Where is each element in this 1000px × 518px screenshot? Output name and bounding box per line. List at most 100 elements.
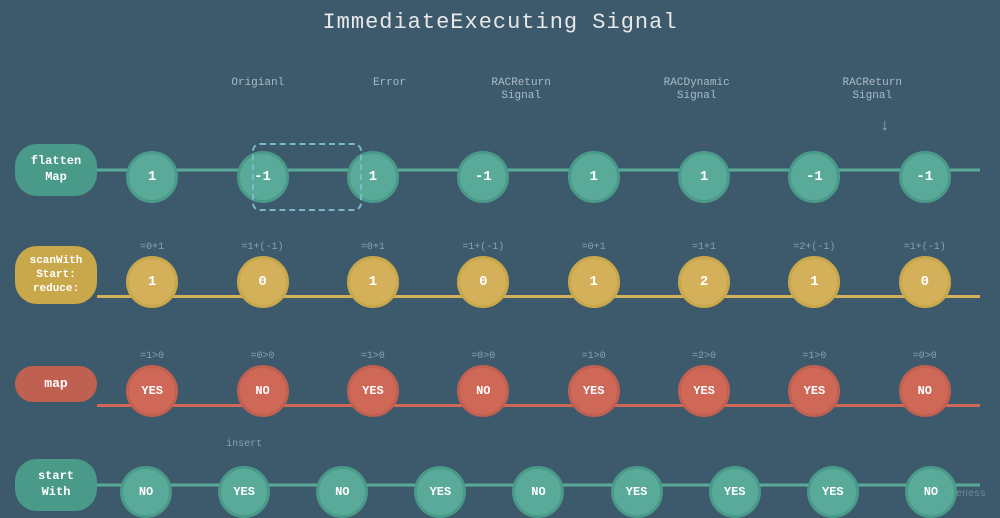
node-group: =0>0 NO — [870, 351, 980, 417]
scanwith-node-5: 1 — [568, 256, 620, 308]
node-annotation: =1>0 — [582, 351, 606, 365]
scanwith-node-3: 1 — [347, 256, 399, 308]
scanwith-label: scanWithStart:reduce: — [15, 246, 97, 305]
scanwith-nodes: =0+1 1 =1+(-1) 0 =0+1 1 =1+(-1) 0 =0+1 — [97, 242, 980, 308]
node-annotation: =0>0 — [251, 351, 275, 365]
scanwith-node-2: 0 — [237, 256, 289, 308]
map-row: map =1>0 YES =0>0 NO =1>0 YES =0>0 NO — [15, 349, 980, 419]
node-annotation: =0+1 — [361, 242, 385, 256]
node-annotation: =0+1 — [140, 242, 164, 256]
node-group: =1+(-1) 0 — [207, 242, 317, 308]
node-group: =1>0 YES — [539, 351, 649, 417]
node-group: YES — [686, 452, 784, 518]
node-group: NO — [882, 452, 980, 518]
flattenmap-nodes: 1 -1 1 -1 1 — [97, 137, 980, 203]
node-group: =1>0 YES — [318, 351, 428, 417]
scanwith-row: scanWithStart:reduce: =0+1 1 =1+(-1) 0 =… — [15, 240, 980, 310]
page-title: ImmediateExecuting Signal — [0, 0, 1000, 35]
startwith-node-5: NO — [512, 466, 564, 518]
error-dashed-rect — [252, 143, 362, 211]
node-group: 1 — [97, 137, 207, 203]
startwith-annotations: insert — [97, 439, 980, 450]
node-group: =2+(-1) 1 — [759, 242, 869, 308]
node-group: YES — [784, 452, 882, 518]
startwith-node-1: NO — [120, 466, 172, 518]
node-annotation: =1+1 — [692, 242, 716, 256]
map-label: map — [15, 366, 97, 403]
col-header-racreturn2: RACReturnSignal — [784, 77, 960, 103]
startwith-node-8: YES — [807, 466, 859, 518]
startwith-nodes: NO YES NO YES NO — [97, 452, 980, 518]
col-header-racreturn1: RACReturnSignal — [433, 77, 609, 103]
node-group: =1+(-1) 0 — [428, 242, 538, 308]
startwith-row: startWith insert NO YES NO — [15, 455, 980, 515]
node-annotation: =1>0 — [802, 351, 826, 365]
arrow-down-icon: ↓ — [880, 117, 890, 135]
col-header-racdynamic: RACDynamicSignal — [609, 77, 785, 103]
startwith-node-4: YES — [414, 466, 466, 518]
map-node-7: YES — [788, 365, 840, 417]
node-group: =1+(-1) 0 — [870, 242, 980, 308]
node-annotation: =1+(-1) — [462, 242, 504, 256]
node-group: =0+1 1 — [539, 242, 649, 308]
node-group: -1 — [759, 137, 869, 203]
flattenmap-node-1: 1 — [126, 151, 178, 203]
node-annotation: =1+(-1) — [242, 242, 284, 256]
map-nodes: =1>0 YES =0>0 NO =1>0 YES =0>0 NO =1>0 — [97, 351, 980, 417]
node-group: -1 — [428, 137, 538, 203]
startwith-node-3: NO — [316, 466, 368, 518]
node-group: =1>0 YES — [759, 351, 869, 417]
node-annotation: =0+1 — [582, 242, 606, 256]
node-group: -1 — [870, 137, 980, 203]
node-group: =1+1 2 — [649, 242, 759, 308]
flattenmap-node-4: -1 — [457, 151, 509, 203]
node-group: YES — [588, 452, 686, 518]
node-annotation: =0>0 — [471, 351, 495, 365]
node-annotation: =2>0 — [692, 351, 716, 365]
node-group: NO — [97, 452, 195, 518]
scanwith-node-6: 2 — [678, 256, 730, 308]
node-group: NO — [293, 452, 391, 518]
node-group: YES — [391, 452, 489, 518]
insert-label: insert — [195, 439, 293, 450]
scanwith-node-1: 1 — [126, 256, 178, 308]
node-annotation: =1>0 — [361, 351, 385, 365]
col-header-error: Error — [346, 77, 434, 103]
node-group: =0+1 1 — [318, 242, 428, 308]
node-group: NO — [489, 452, 587, 518]
scanwith-node-8: 0 — [899, 256, 951, 308]
map-node-8: NO — [899, 365, 951, 417]
flattenmap-label: flattenMap — [15, 144, 97, 195]
node-annotation: =2+(-1) — [793, 242, 835, 256]
startwith-node-9: NO — [905, 466, 957, 518]
flattenmap-row: flattenMap 1 -1 1 -1 — [15, 140, 980, 200]
map-node-5: YES — [568, 365, 620, 417]
col-header-original: Origianl — [170, 77, 346, 103]
startwith-node-2: YES — [218, 466, 270, 518]
startwith-node-6: YES — [611, 466, 663, 518]
node-group: =0>0 NO — [207, 351, 317, 417]
node-group: =2>0 YES — [649, 351, 759, 417]
node-group: 1 — [649, 137, 759, 203]
map-node-3: YES — [347, 365, 399, 417]
map-node-2: NO — [237, 365, 289, 417]
map-node-6: YES — [678, 365, 730, 417]
node-annotation: =0>0 — [913, 351, 937, 365]
node-group: YES — [195, 452, 293, 518]
scanwith-node-7: 1 — [788, 256, 840, 308]
scanwith-node-4: 0 — [457, 256, 509, 308]
node-annotation: =1>0 — [140, 351, 164, 365]
flattenmap-node-5: 1 — [568, 151, 620, 203]
flattenmap-node-7: -1 — [788, 151, 840, 203]
map-node-1: YES — [126, 365, 178, 417]
flattenmap-node-8: -1 — [899, 151, 951, 203]
flattenmap-node-6: 1 — [678, 151, 730, 203]
node-group: =0+1 1 — [97, 242, 207, 308]
startwith-label: startWith — [15, 459, 97, 510]
node-group: =1>0 YES — [97, 351, 207, 417]
node-group: =0>0 NO — [428, 351, 538, 417]
node-annotation: =1+(-1) — [904, 242, 946, 256]
startwith-node-7: YES — [709, 466, 761, 518]
map-node-4: NO — [457, 365, 509, 417]
node-group: 1 — [539, 137, 649, 203]
